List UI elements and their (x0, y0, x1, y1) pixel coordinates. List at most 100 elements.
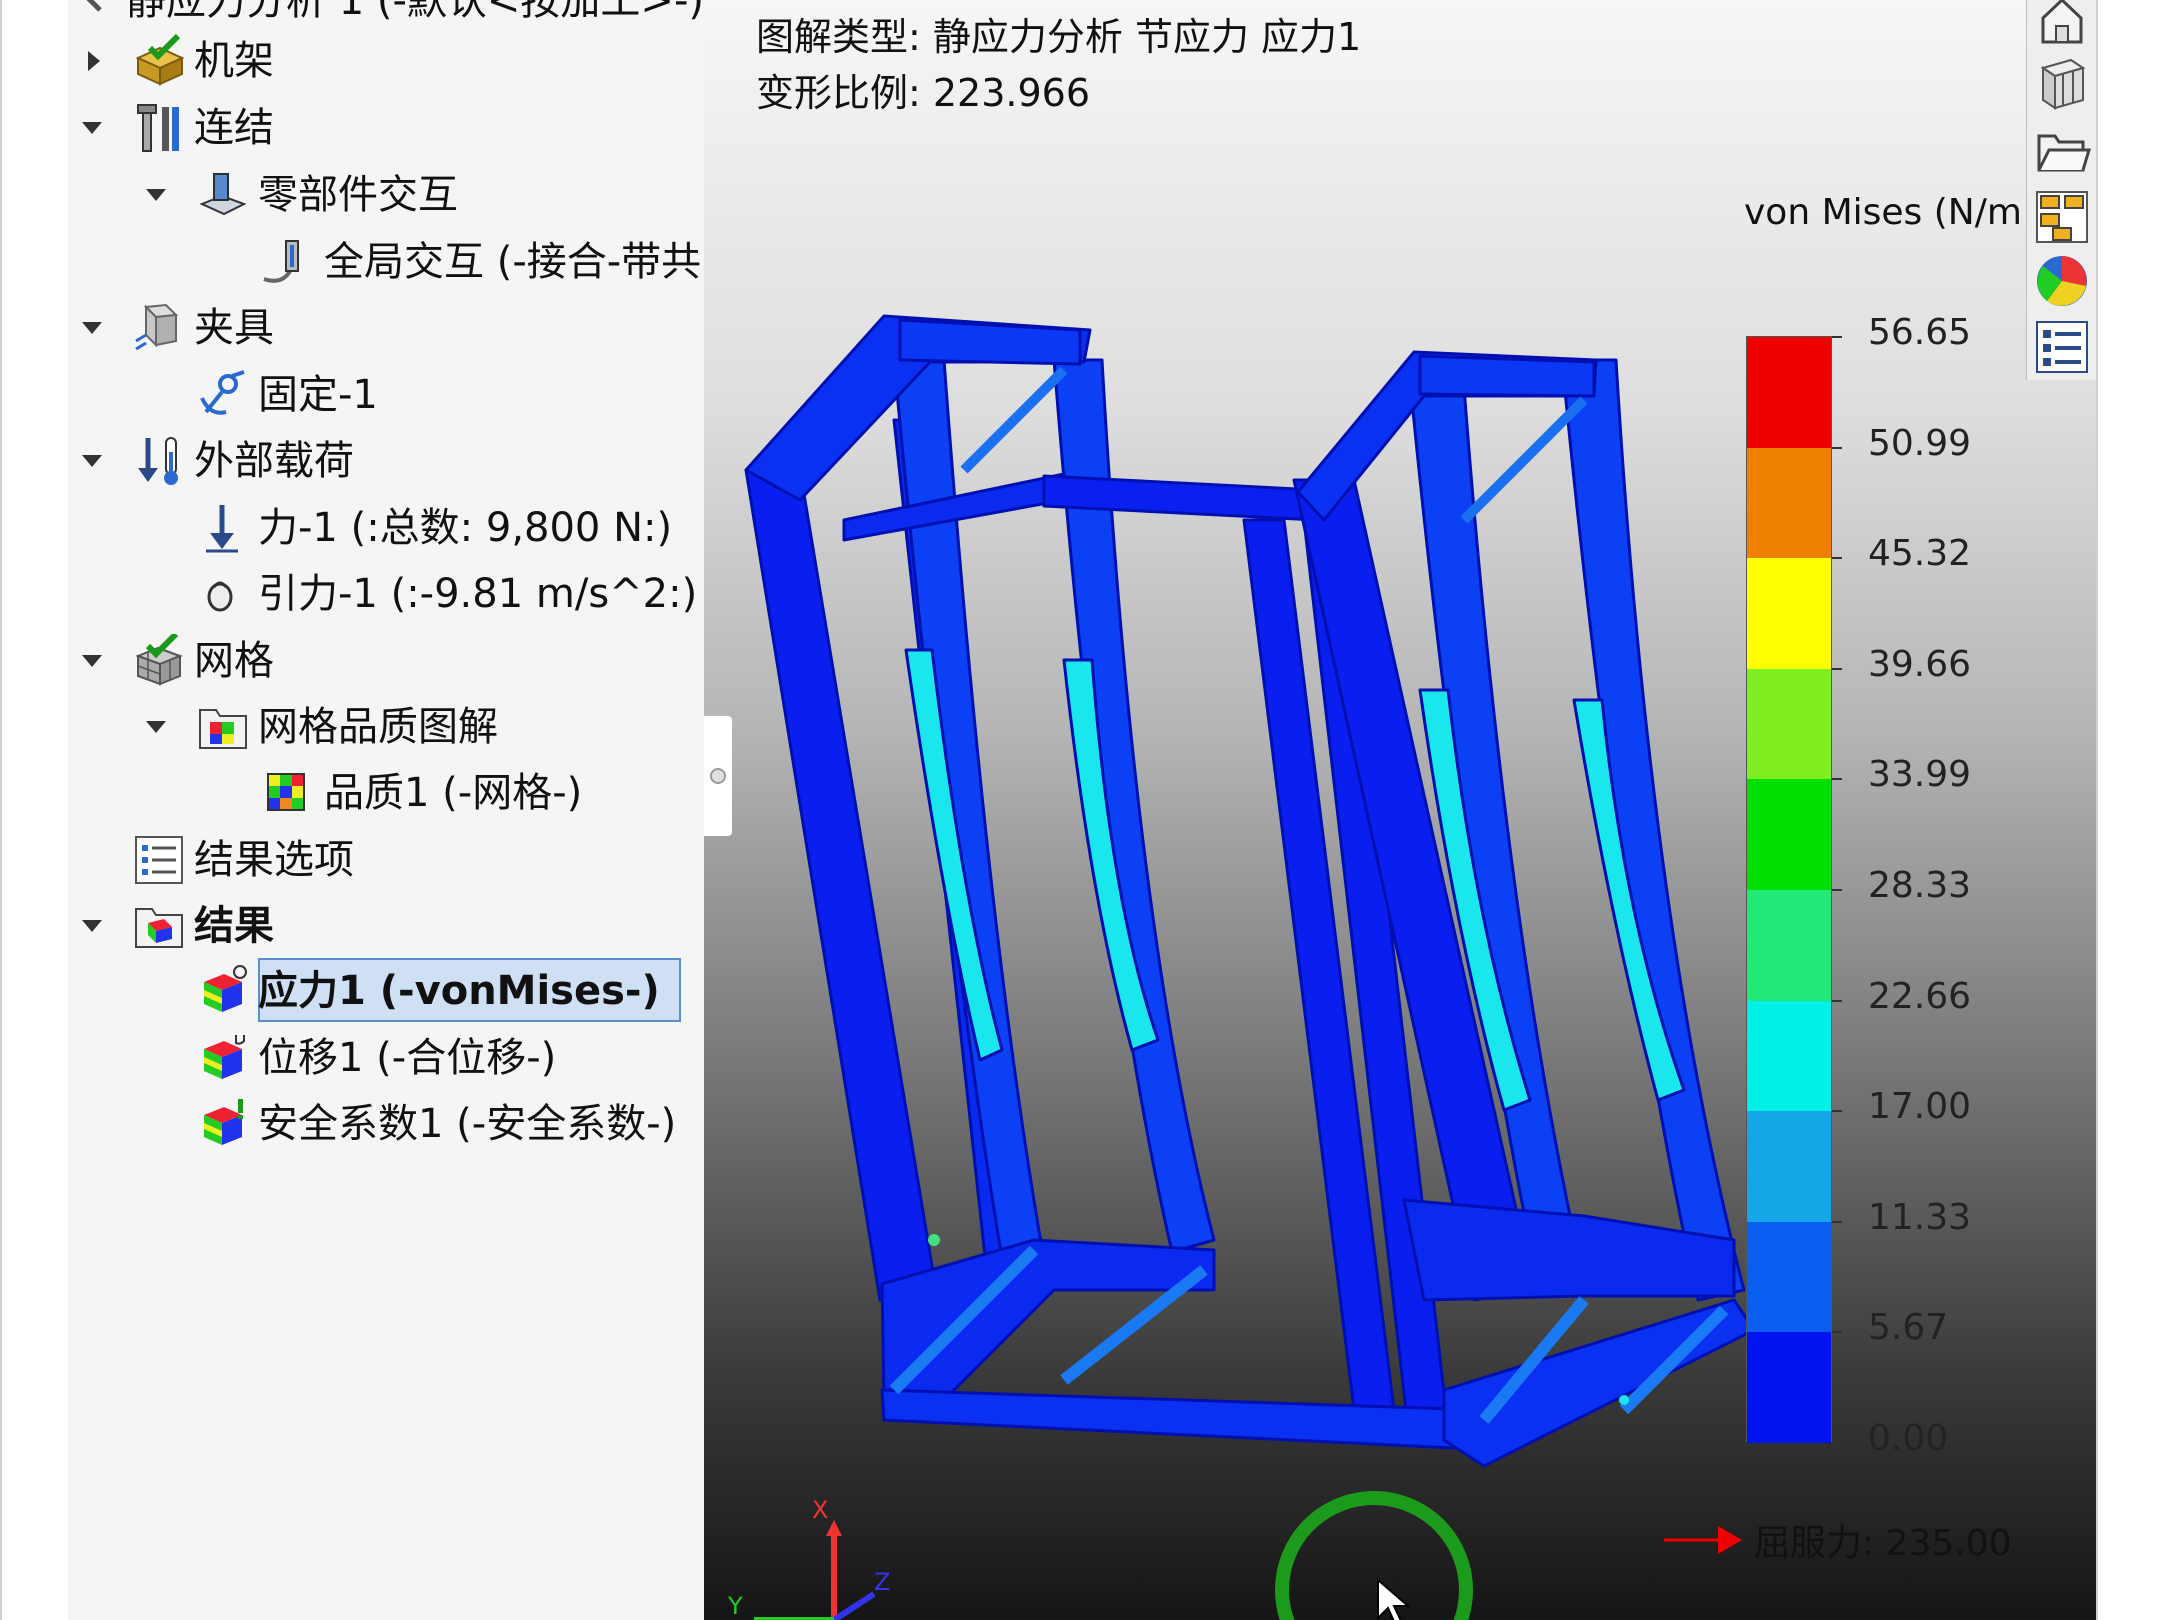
tree-row-gravity-1[interactable]: 引力-1 (:-9.81 m/s^2:) (68, 563, 704, 625)
legend-value: 45.32 (1868, 533, 1972, 575)
tree-item-label: 连结 (194, 105, 274, 151)
tree-row-study[interactable]: 静应力分析 1 (-默认<按加工>-) (68, 0, 704, 32)
legend-tick (1832, 1110, 1842, 1113)
tree-row-result-options[interactable]: 结果选项 (68, 829, 704, 891)
fixed-anchor-icon (196, 368, 250, 422)
tree-row-factor-of-safety-1[interactable]: 安全系数1 (-安全系数-) (68, 1093, 704, 1155)
stress-plot-icon (196, 964, 250, 1018)
tree-row-fixed-1[interactable]: 固定-1 (68, 364, 704, 426)
mesh-icon (132, 631, 186, 688)
splitter-handle-icon[interactable] (710, 768, 726, 784)
legend-value: 5.67 (1868, 1307, 1949, 1349)
collapse-down-icon[interactable] (82, 655, 102, 667)
fixtures-icon (132, 301, 186, 355)
appearance-icon[interactable] (2033, 252, 2091, 310)
tree-item-label: 应力1 (-vonMises-) (258, 968, 660, 1014)
tree-item-label: 固定-1 (258, 372, 378, 418)
tree-item-label: 品质1 (-网格-) (324, 770, 583, 816)
tree-row-results[interactable]: 结果 (68, 895, 704, 957)
collapse-down-icon[interactable] (82, 920, 102, 932)
tree-row-component-interaction[interactable]: 零部件交互 (68, 164, 704, 226)
collapse-down-icon[interactable] (82, 455, 102, 467)
legend-segment (1747, 337, 1831, 448)
heads-up-toolbar (2026, 0, 2096, 380)
legend-segment (1747, 447, 1831, 559)
legend-value: 17.00 (1868, 1086, 1972, 1128)
legend-tick (1832, 1442, 1842, 1444)
displacement-plot-icon (196, 1031, 250, 1085)
legend-tick (1832, 889, 1842, 891)
tree-item-label: 零部件交互 (258, 172, 458, 218)
legend-segment (1747, 1221, 1831, 1333)
tree-item-label: 网格 (194, 638, 274, 684)
expand-right-icon[interactable] (88, 51, 100, 71)
legend-segment (1747, 779, 1831, 891)
gravity-icon (200, 573, 240, 613)
tree-item-label: 机架 (194, 38, 274, 84)
mesh-quality-plot-icon (196, 700, 250, 754)
window-left-border (0, 0, 68, 1620)
collapse-down-icon[interactable] (146, 189, 166, 201)
tree-item-label: 夹具 (194, 305, 274, 351)
legend-segment (1747, 1000, 1831, 1112)
collapse-down-icon[interactable] (82, 322, 102, 334)
tree-item-label: 引力-1 (:-9.81 m/s^2:) (258, 571, 698, 617)
simulation-study-tree: 静应力分析 1 (-默认<按加工>-) 机架 连结 零部件交互 全局交互 (-接… (68, 0, 704, 1620)
yield-strength-text: 屈服力: 235.00 (1754, 1523, 2012, 1564)
legend-tick (1832, 336, 1842, 338)
tree-row-part[interactable]: 机架 (68, 30, 704, 92)
tree-row-quality-1[interactable]: 品质1 (-网格-) (68, 762, 704, 824)
folder-icon[interactable] (2033, 120, 2092, 178)
tree-row-fixtures[interactable]: 夹具 (68, 297, 704, 359)
tree-item-label: 安全系数1 (-安全系数-) (258, 1101, 677, 1147)
legend-value: 33.99 (1868, 754, 1972, 796)
legend-value: 28.33 (1868, 865, 1972, 906)
tree-row-external-loads[interactable]: 外部载荷 (68, 430, 704, 492)
tree-item-label: 外部载荷 (194, 438, 354, 484)
legend-tick (1832, 667, 1842, 670)
tree-row-mesh-quality-plot[interactable]: 网格品质图解 (68, 696, 704, 758)
legend-title: von Mises (N/m (1744, 192, 2022, 233)
legend-segment (1747, 668, 1831, 780)
view-palette-icon[interactable] (2033, 188, 2091, 246)
legend-color-bar (1746, 336, 1832, 1444)
parts-icon[interactable] (2033, 54, 2091, 112)
home-icon[interactable] (2033, 0, 2091, 48)
tree-row-mesh[interactable]: 网格 (68, 630, 704, 692)
mouse-cursor-icon (1377, 1578, 1411, 1620)
legend-tick (1832, 999, 1842, 1002)
legend-segment (1747, 558, 1831, 670)
tree-item-label: 全局交互 (-接合-带共 (324, 239, 702, 285)
study-icon (68, 0, 104, 14)
external-loads-icon (132, 434, 186, 488)
tree-row-global-interaction[interactable]: 全局交互 (-接合-带共 (68, 231, 704, 293)
legend-tick (1832, 1331, 1842, 1334)
tree-row-displacement-1[interactable]: 位移1 (-合位移-) (68, 1027, 704, 1089)
tree-row-force-1[interactable]: 力-1 (:总数: 9,800 N:) (68, 497, 704, 559)
window-right-border (2096, 0, 2164, 1620)
graphics-viewport[interactable]: 图解类型: 静应力分析 节应力 应力1 变形比例: 223.966 von Mi… (704, 0, 2096, 1620)
legend-segment (1747, 1111, 1831, 1223)
legend-value: 22.66 (1868, 975, 1972, 1017)
legend-tick (1832, 446, 1842, 449)
part-icon (132, 33, 186, 88)
tree-item-label: 结果选项 (194, 837, 354, 883)
plot-type-text: 图解类型: 静应力分析 节应力 应力1 (756, 15, 1362, 59)
legend-tick (1832, 557, 1842, 560)
result-options-icon (132, 833, 186, 887)
tree-item-label: 位移1 (-合位移-) (258, 1035, 557, 1081)
connections-icon (132, 101, 186, 155)
component-interaction-icon (196, 168, 250, 222)
axis-x-label: X (812, 1496, 829, 1524)
tree-row-connections[interactable]: 连结 (68, 97, 704, 159)
results-folder-icon (132, 899, 186, 953)
collapse-down-icon[interactable] (82, 122, 102, 134)
list-icon[interactable] (2033, 318, 2091, 376)
tree-row-stress-1[interactable]: 应力1 (-vonMises-) (68, 960, 704, 1022)
legend-tick (1832, 1220, 1842, 1223)
legend-value: 39.66 (1868, 643, 1972, 685)
frame-stress-model[interactable] (704, 0, 2096, 1620)
collapse-down-icon[interactable] (146, 721, 166, 733)
force-arrow-icon (196, 501, 250, 555)
legend-tick (1832, 778, 1842, 781)
